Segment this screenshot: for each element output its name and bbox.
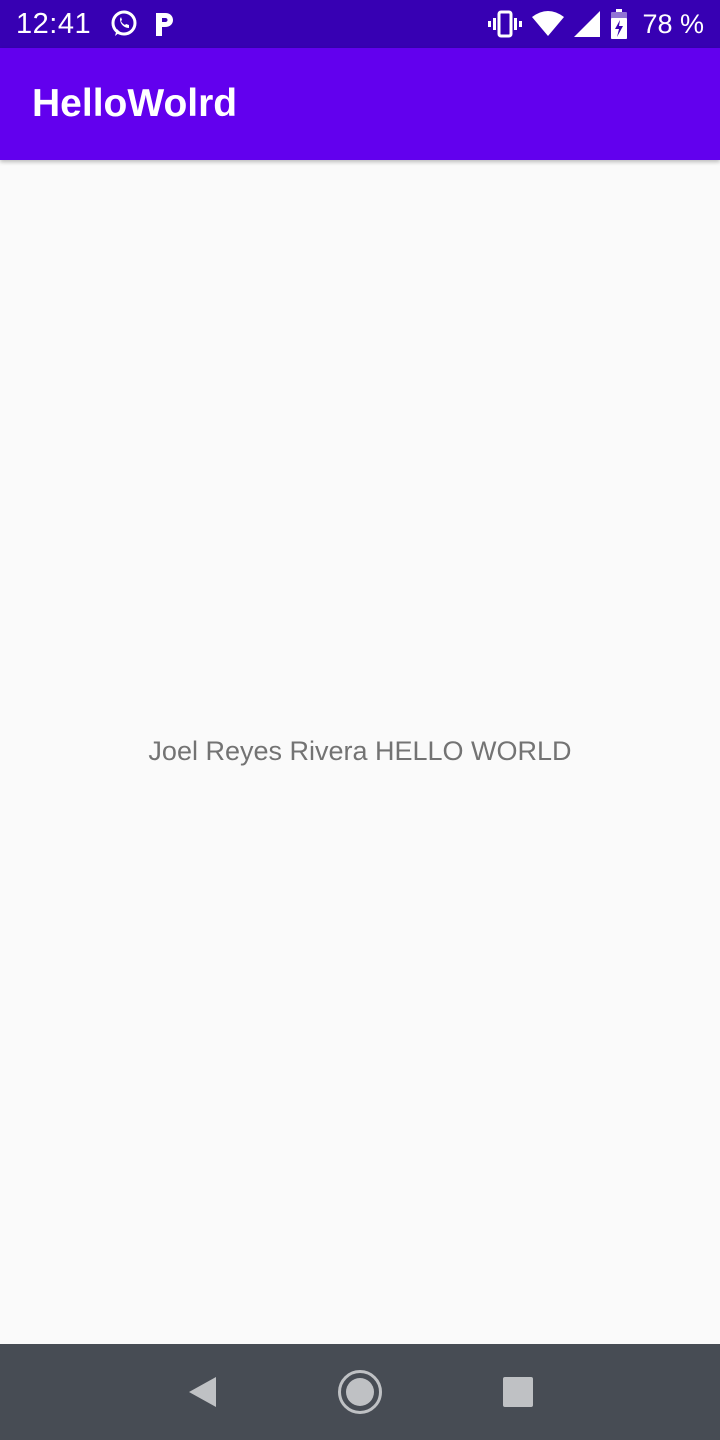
- status-time: 12:41: [16, 7, 92, 40]
- battery-percent: 78 %: [642, 8, 704, 39]
- status-bar: 12:41 78 %: [0, 0, 720, 48]
- app-bar: HelloWolrd: [0, 48, 720, 160]
- whatsapp-icon: [109, 9, 139, 39]
- back-button[interactable]: [162, 1352, 242, 1432]
- app-title: HelloWolrd: [32, 82, 238, 125]
- phone-screen: 12:41 78 % HelloWolrd Joel Reyes Rivera …: [0, 0, 720, 1440]
- main-content: Joel Reyes Rivera HELLO WORLD: [0, 160, 720, 1344]
- signal-icon: [574, 11, 601, 37]
- recents-icon: [503, 1377, 533, 1407]
- vibrate-icon: [488, 10, 523, 38]
- parking-icon: [153, 11, 175, 37]
- recents-button[interactable]: [478, 1352, 558, 1432]
- system-icons: 78 %: [488, 9, 704, 40]
- home-button[interactable]: [320, 1352, 400, 1432]
- navigation-bar: [0, 1344, 720, 1440]
- battery-charging-icon: [610, 9, 628, 39]
- notification-icons: [109, 9, 175, 39]
- wifi-icon: [532, 11, 565, 37]
- home-icon: [337, 1369, 383, 1415]
- hello-world-text: Joel Reyes Rivera HELLO WORLD: [148, 735, 572, 766]
- back-icon: [186, 1375, 218, 1409]
